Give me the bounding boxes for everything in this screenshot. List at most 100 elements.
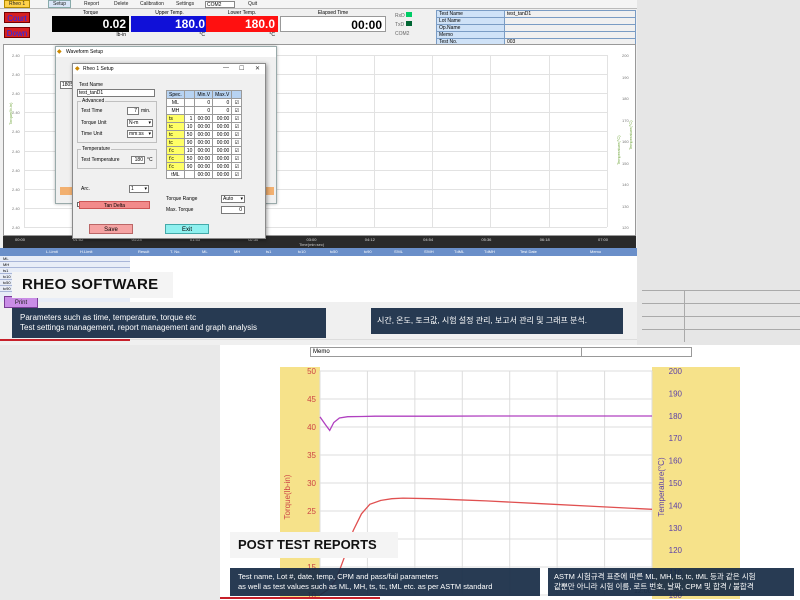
menu-settings[interactable]: Settings bbox=[176, 1, 194, 7]
spec-cell-min[interactable]: 0 bbox=[194, 106, 214, 115]
menu-rheo1[interactable]: Rheo 1 bbox=[4, 0, 31, 8]
left-tick-label: 2.40 bbox=[12, 53, 20, 58]
spec-cell-p[interactable]: 1 bbox=[183, 114, 196, 123]
graph-left-ylabel: Torque(lb-in) bbox=[8, 102, 13, 125]
spec-checkbox[interactable]: ☑ bbox=[231, 106, 243, 115]
rheo-setup-dialog: Rheo 1 Setup ◆ — ☐ ✕ Test Name test_tanD… bbox=[72, 63, 266, 239]
txd-label: TxD bbox=[395, 22, 405, 28]
spec-checkbox[interactable]: ☑ bbox=[231, 162, 243, 171]
time-unit-select[interactable]: mm:ss bbox=[127, 130, 153, 138]
spec-cell-min[interactable]: 0 bbox=[194, 98, 214, 107]
spec-cell-min[interactable]: 00:00 bbox=[194, 146, 214, 155]
post-caption-ko-line1: ASTM 시험규격 표준에 따른 ML, MH, ts, tc, tML 등과 … bbox=[554, 572, 756, 581]
spec-row: tc 50 00:00 00:00 ☑ bbox=[166, 130, 243, 139]
spec-cell-min[interactable]: 00:00 bbox=[194, 138, 214, 147]
divider-line bbox=[130, 339, 637, 340]
test-name-input[interactable]: test_tanD1 bbox=[77, 89, 155, 97]
test-temp-input[interactable]: 180 bbox=[131, 156, 145, 164]
spec-cell-max[interactable]: 0 bbox=[212, 106, 233, 115]
spec-cell-p[interactable] bbox=[183, 170, 196, 179]
menu-setup[interactable]: Setup bbox=[48, 0, 72, 8]
spec-checkbox[interactable]: ☑ bbox=[231, 146, 243, 155]
info-value[interactable]: test_tanD1 bbox=[504, 10, 636, 18]
spec-cell-p[interactable] bbox=[183, 106, 196, 115]
test-time-input[interactable]: 7 bbox=[127, 107, 139, 115]
max-torque-input[interactable]: 0 bbox=[221, 206, 245, 214]
graph-xlabel: Time(min:sec) bbox=[299, 242, 325, 247]
spec-checkbox[interactable]: ☑ bbox=[231, 98, 243, 107]
spec-cell-min[interactable]: 00:00 bbox=[194, 114, 214, 123]
tan-delta-button[interactable]: Tan Delta bbox=[79, 201, 150, 209]
right-tick-label: 160 bbox=[669, 457, 683, 466]
spec-checkbox[interactable]: ☑ bbox=[231, 170, 243, 179]
spec-checkbox[interactable]: ☑ bbox=[231, 138, 243, 147]
spec-cell-max[interactable]: 00:00 bbox=[212, 154, 233, 163]
down-button[interactable]: Down bbox=[4, 27, 30, 38]
spec-row: t'c 10 00:00 00:00 ☑ bbox=[166, 146, 243, 155]
info-value[interactable] bbox=[504, 24, 636, 32]
spec-cell-min[interactable]: 00:00 bbox=[194, 122, 214, 131]
spec-checkbox[interactable]: ☑ bbox=[231, 122, 243, 131]
spec-checkbox[interactable]: ☑ bbox=[231, 114, 243, 123]
menu-delete[interactable]: Delete bbox=[114, 1, 128, 7]
left-tick-label: 50 bbox=[307, 367, 316, 376]
exit-button[interactable]: Exit bbox=[165, 224, 209, 234]
minimize-icon[interactable]: — bbox=[223, 65, 229, 71]
spec-cell-max[interactable]: 00:00 bbox=[212, 162, 233, 171]
court-button[interactable]: Court bbox=[4, 12, 30, 23]
torque-unit-select[interactable]: N-m bbox=[127, 119, 153, 127]
maximize-icon[interactable]: ☐ bbox=[239, 65, 244, 72]
spec-cell-max[interactable]: 00:00 bbox=[212, 114, 233, 123]
spec-cell-max[interactable]: 00:00 bbox=[212, 138, 233, 147]
save-button[interactable]: Save bbox=[89, 224, 133, 234]
right-tick-label: 120 bbox=[669, 546, 683, 555]
menu-report[interactable]: Report bbox=[84, 1, 99, 7]
close-icon[interactable]: ✕ bbox=[255, 65, 260, 72]
spec-cell-p[interactable]: 10 bbox=[183, 146, 196, 155]
results-column-header: TdMH bbox=[484, 249, 495, 254]
spec-cell-p[interactable]: 10 bbox=[183, 122, 196, 131]
spec-cell-name: tML bbox=[166, 170, 185, 179]
spec-cell-max[interactable]: 00:00 bbox=[212, 130, 233, 139]
left-tick-label: 2.40 bbox=[12, 186, 20, 192]
time-unit-label: Time Unit bbox=[81, 131, 103, 137]
right-tick-label: 200 bbox=[669, 367, 683, 376]
torque-readout: Torque 0.02 lb-in bbox=[52, 10, 129, 38]
spec-row: t'c 90 00:00 00:00 ☑ bbox=[166, 162, 243, 171]
torque-unit: lb-in bbox=[116, 32, 126, 38]
app-icon: ◆ bbox=[75, 66, 80, 72]
spec-cell-max[interactable]: 00:00 bbox=[212, 122, 233, 131]
spec-checkbox[interactable]: ☑ bbox=[231, 154, 243, 163]
spec-cell-name: tc bbox=[166, 130, 185, 139]
menu-quit[interactable]: Quit bbox=[248, 1, 257, 7]
post-caption-line1: Test name, Lot #, date, temp, CPM and pa… bbox=[238, 572, 439, 581]
spec-cell-max[interactable]: 00:00 bbox=[212, 146, 233, 155]
com-port-select[interactable]: COM2 bbox=[205, 1, 235, 8]
temperature-group-title: Temperature bbox=[81, 146, 112, 152]
arc-select[interactable]: 1 bbox=[129, 185, 149, 193]
spec-cell-p[interactable] bbox=[183, 98, 196, 107]
left-tick-label: 45 bbox=[307, 395, 316, 404]
spec-cell-min[interactable]: 00:00 bbox=[194, 162, 214, 171]
results-column-header: Memo bbox=[590, 249, 602, 254]
lower-temp-value: 180.0 bbox=[206, 16, 278, 32]
spec-cell-p[interactable]: 50 bbox=[183, 154, 196, 163]
results-column-header: tc50 bbox=[330, 249, 338, 254]
spec-cell-p[interactable]: 90 bbox=[183, 138, 196, 147]
info-value[interactable] bbox=[504, 17, 636, 25]
spec-cell-max[interactable]: 0 bbox=[212, 98, 233, 107]
spec-checkbox[interactable]: ☑ bbox=[231, 130, 243, 139]
spec-cell-min[interactable]: 00:00 bbox=[194, 154, 214, 163]
left-tick-label: 25 bbox=[307, 507, 316, 516]
app-icon: ◆ bbox=[57, 49, 62, 55]
spec-cell-min[interactable]: 00:00 bbox=[194, 130, 214, 139]
spec-cell-p[interactable]: 90 bbox=[183, 162, 196, 171]
torque-range-select[interactable]: Auto bbox=[221, 195, 245, 203]
spec-cell-max[interactable]: 00:00 bbox=[212, 170, 233, 179]
spec-row: MH 0 0 ☑ bbox=[166, 106, 243, 115]
info-value[interactable] bbox=[504, 31, 636, 39]
menu-calibration[interactable]: Calibration bbox=[140, 1, 164, 7]
spec-cell-p[interactable]: 50 bbox=[183, 130, 196, 139]
spec-cell-min[interactable]: 00:00 bbox=[194, 170, 214, 179]
right-tick-label: 120 bbox=[622, 225, 629, 230]
